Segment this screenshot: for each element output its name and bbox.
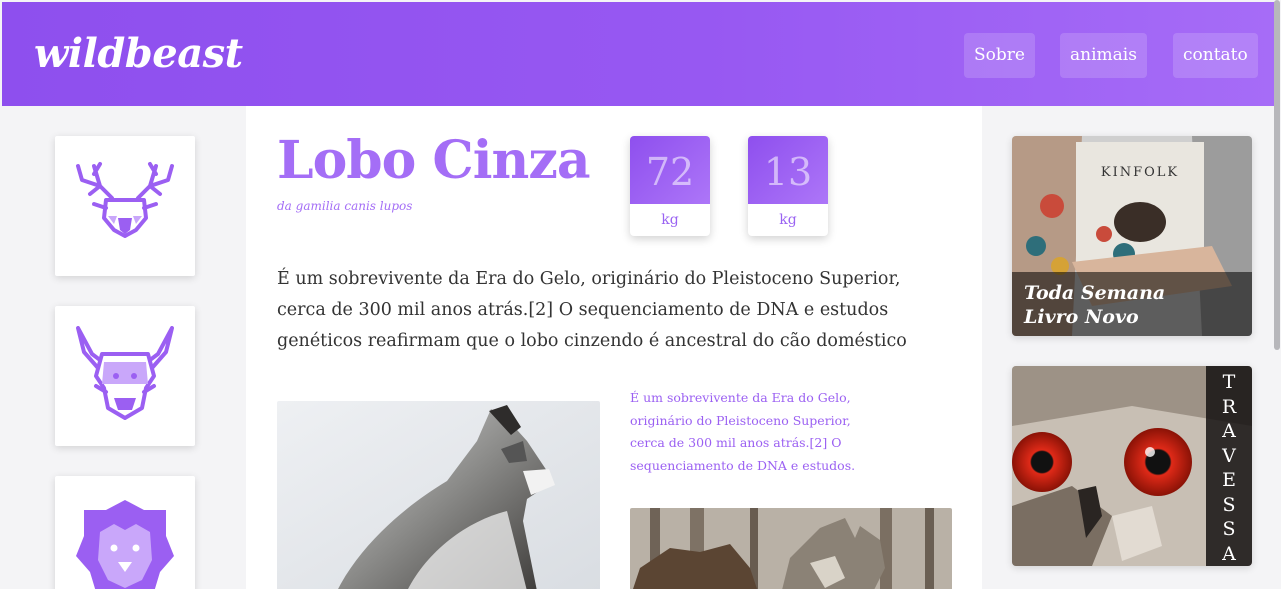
vertical-letter: S — [1222, 518, 1236, 540]
nav-animais-button[interactable]: animais — [1060, 33, 1147, 78]
vertical-letter: V — [1222, 444, 1236, 467]
vertical-letter: A — [1222, 542, 1236, 565]
vertical-letter: T — [1222, 371, 1236, 393]
vertical-letter: A — [1222, 420, 1236, 442]
page-title: Lobo Cinza — [277, 130, 591, 191]
stat-value: 13 — [748, 136, 828, 204]
owl-promo-card[interactable]: T R A V E S S A — [1012, 366, 1252, 566]
top-navbar: wildbeast Sobre animais contato — [0, 0, 1281, 106]
stat-unit: kg — [779, 212, 797, 228]
bull-card[interactable] — [55, 306, 195, 446]
book-promo-card[interactable]: KINFOLK Toda Semana Livro Novo — [1012, 136, 1252, 336]
magazine-title: KINFOLK — [1101, 165, 1179, 180]
vertical-brand-text: T R A V E S S A — [1206, 366, 1252, 566]
lion-icon — [76, 500, 174, 589]
vertical-letter: S — [1222, 493, 1236, 516]
vertical-letter: E — [1222, 469, 1236, 491]
vertical-letter: R — [1221, 395, 1237, 418]
page-scrollbar[interactable] — [1274, 0, 1280, 350]
deer-card[interactable] — [55, 136, 195, 276]
description-paragraph: É um sobrevivente da Era do Gelo, origin… — [277, 269, 907, 351]
weight-stat-card: 72 kg — [630, 136, 710, 236]
page-subtitle: da gamilia canis lupos — [277, 199, 413, 213]
deer-icon — [76, 162, 174, 238]
side-note: É um sobrevivente da Era do Gelo, origin… — [630, 390, 856, 473]
caption-line: Livro Novo — [1024, 306, 1139, 328]
nav-contato-button[interactable]: contato — [1173, 33, 1258, 78]
secondary-stat-card: 13 kg — [748, 136, 828, 236]
bull-icon — [76, 326, 174, 420]
wolves-photo — [630, 508, 952, 589]
nav-sobre-button[interactable]: Sobre — [964, 33, 1035, 78]
main-content: Lobo Cinza da gamilia canis lupos 72 kg … — [246, 106, 982, 589]
promo-sidebar: KINFOLK Toda Semana Livro Novo T R A V E… — [982, 106, 1274, 589]
stat-value: 72 — [630, 136, 710, 204]
animal-sidebar — [2, 106, 246, 589]
site-logo[interactable]: wildbeast — [34, 30, 243, 77]
book-promo-caption: Toda Semana Livro Novo — [1012, 272, 1252, 336]
caption-line: Toda Semana — [1024, 282, 1166, 304]
howling-wolf-photo — [277, 401, 600, 589]
lion-card[interactable] — [55, 476, 195, 589]
stat-unit: kg — [661, 212, 679, 228]
